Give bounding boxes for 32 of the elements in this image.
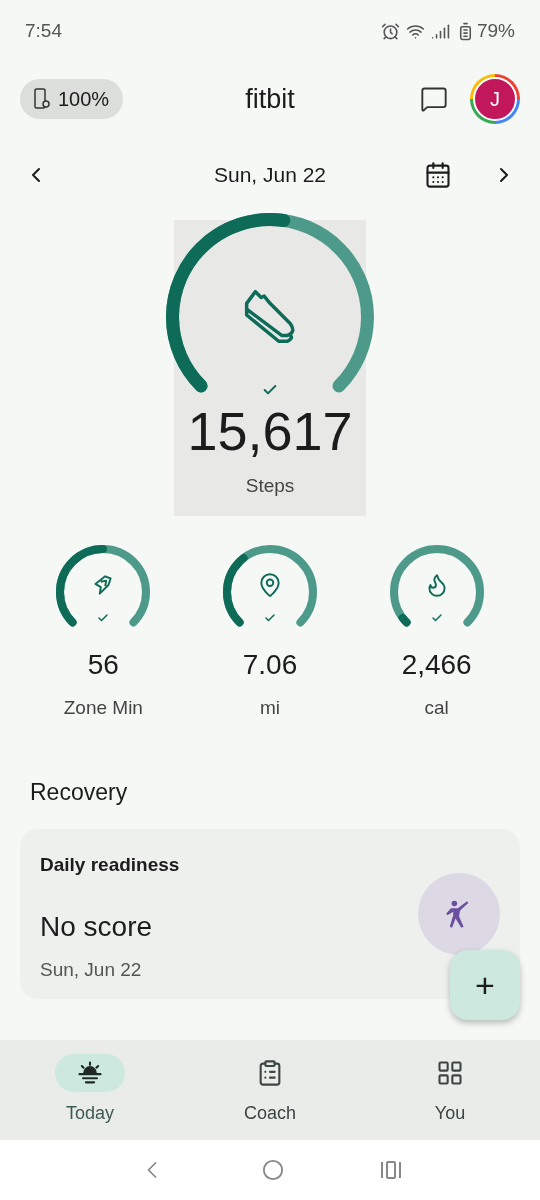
readiness-date: Sun, Jun 22: [40, 957, 143, 982]
avatar[interactable]: J: [470, 74, 520, 124]
nav-tab[interactable]: Today: [0, 1053, 180, 1127]
home-icon[interactable]: [262, 1159, 284, 1181]
calendar-icon[interactable]: [424, 161, 452, 189]
steps-value: 15,617: [187, 404, 353, 458]
grid-icon: [436, 1058, 464, 1087]
status-time: 7:54: [25, 18, 62, 43]
stat-label: mi: [259, 696, 280, 720]
stat-value: 56: [87, 648, 119, 682]
device-battery-chip[interactable]: 100%: [20, 79, 124, 119]
card-title: Daily readiness: [40, 853, 181, 877]
add-button[interactable]: +: [450, 950, 520, 1020]
battery-percent: 79%: [476, 18, 515, 43]
stat-value: 7.06: [242, 648, 298, 682]
recents-icon[interactable]: [380, 1160, 402, 1180]
current-date: Sun, Jun 22: [213, 162, 327, 189]
alarm-icon: [380, 21, 400, 41]
avatar-letter: J: [490, 87, 500, 112]
app-title: fitbit: [245, 82, 295, 116]
nav-tab[interactable]: You: [360, 1053, 540, 1127]
section-title: Recovery: [29, 777, 129, 807]
readiness-score: No score: [40, 909, 153, 944]
signal-icon: [430, 21, 450, 41]
map-pin-icon: [257, 572, 283, 598]
stat-label: Zone Min: [63, 696, 143, 720]
message-icon[interactable]: [420, 85, 448, 113]
stat-label: cal: [424, 696, 449, 720]
steps-label: Steps: [245, 474, 295, 498]
device-icon: [34, 88, 50, 110]
stat-value: 2,466: [401, 648, 472, 682]
nav-tab[interactable]: Coach: [180, 1053, 360, 1127]
